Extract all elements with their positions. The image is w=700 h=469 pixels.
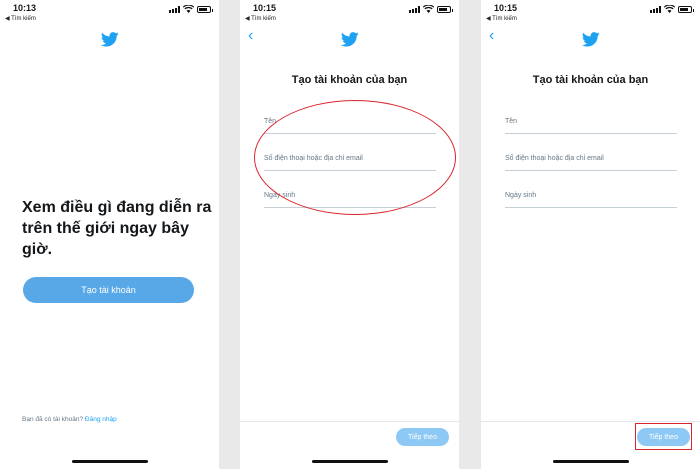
form-fields-highlight	[254, 100, 456, 215]
status-time: 10:15	[253, 3, 277, 13]
back-to-app-link[interactable]: ◀ Tìm kiếm	[5, 15, 36, 22]
signal-icon	[169, 5, 180, 13]
bottom-divider	[481, 421, 700, 422]
create-account-button[interactable]: Tạo tài khoản	[23, 277, 194, 303]
login-prompt: Bạn đã có tài khoản? Đăng nhập	[22, 416, 117, 423]
status-time: 10:15	[494, 3, 518, 13]
phone-screen-signup-form-next: 10:15 ◀ Tìm kiếm ‹ Tạo tài khoản của bạn…	[481, 0, 700, 469]
battery-icon	[197, 5, 213, 13]
status-bar: 10:13 ◀ Tìm kiếm	[0, 0, 219, 26]
wifi-icon	[423, 5, 434, 13]
login-link[interactable]: Đăng nhập	[85, 416, 117, 423]
phone-screen-signup-form: 10:15 ◀ Tìm kiếm ‹ Tạo tài khoản của bạn…	[240, 0, 459, 469]
status-icons	[409, 5, 453, 13]
home-indicator[interactable]	[71, 460, 148, 463]
chevron-left-icon[interactable]: ‹	[489, 28, 494, 44]
next-button[interactable]: Tiếp theo	[396, 428, 449, 446]
name-placeholder: Tên	[505, 118, 518, 125]
back-to-app-link[interactable]: ◀ Tìm kiếm	[245, 15, 276, 22]
page-title: Tạo tài khoản của bạn	[532, 74, 649, 86]
bottom-divider	[240, 421, 459, 422]
next-button-highlight	[635, 423, 692, 450]
battery-icon	[437, 5, 453, 13]
wifi-icon	[183, 5, 194, 13]
page-title: Tạo tài khoản của bạn	[291, 74, 408, 86]
status-time: 10:13	[13, 3, 37, 13]
status-bar: 10:15 ◀ Tìm kiếm	[481, 0, 700, 26]
signal-icon	[650, 5, 661, 13]
phone-screen-welcome: 10:13 ◀ Tìm kiếm Xem điều gì đang diễn r…	[0, 0, 219, 469]
status-icons	[650, 5, 694, 13]
phone-or-email-field[interactable]: Số điện thoại hoặc địa chỉ email	[505, 151, 677, 171]
welcome-headline: Xem điều gì đang diễn ra trên thế giới n…	[22, 199, 212, 258]
chevron-left-icon[interactable]: ‹	[248, 28, 253, 44]
birthdate-placeholder: Ngày sinh	[505, 192, 537, 199]
status-icons	[169, 5, 213, 13]
wifi-icon	[664, 5, 675, 13]
signal-icon	[409, 5, 420, 13]
twitter-bird-icon	[341, 32, 359, 47]
home-indicator[interactable]	[552, 460, 629, 463]
twitter-bird-icon	[101, 32, 119, 47]
status-bar: 10:15 ◀ Tìm kiếm	[240, 0, 459, 26]
birthdate-field[interactable]: Ngày sinh	[505, 188, 677, 208]
login-prompt-text: Bạn đã có tài khoản?	[22, 416, 84, 423]
home-indicator[interactable]	[311, 460, 388, 463]
back-to-app-link[interactable]: ◀ Tìm kiếm	[486, 15, 517, 22]
name-field[interactable]: Tên	[505, 114, 677, 134]
phone-or-email-placeholder: Số điện thoại hoặc địa chỉ email	[505, 155, 604, 162]
battery-icon	[678, 5, 694, 13]
twitter-bird-icon	[582, 32, 600, 47]
